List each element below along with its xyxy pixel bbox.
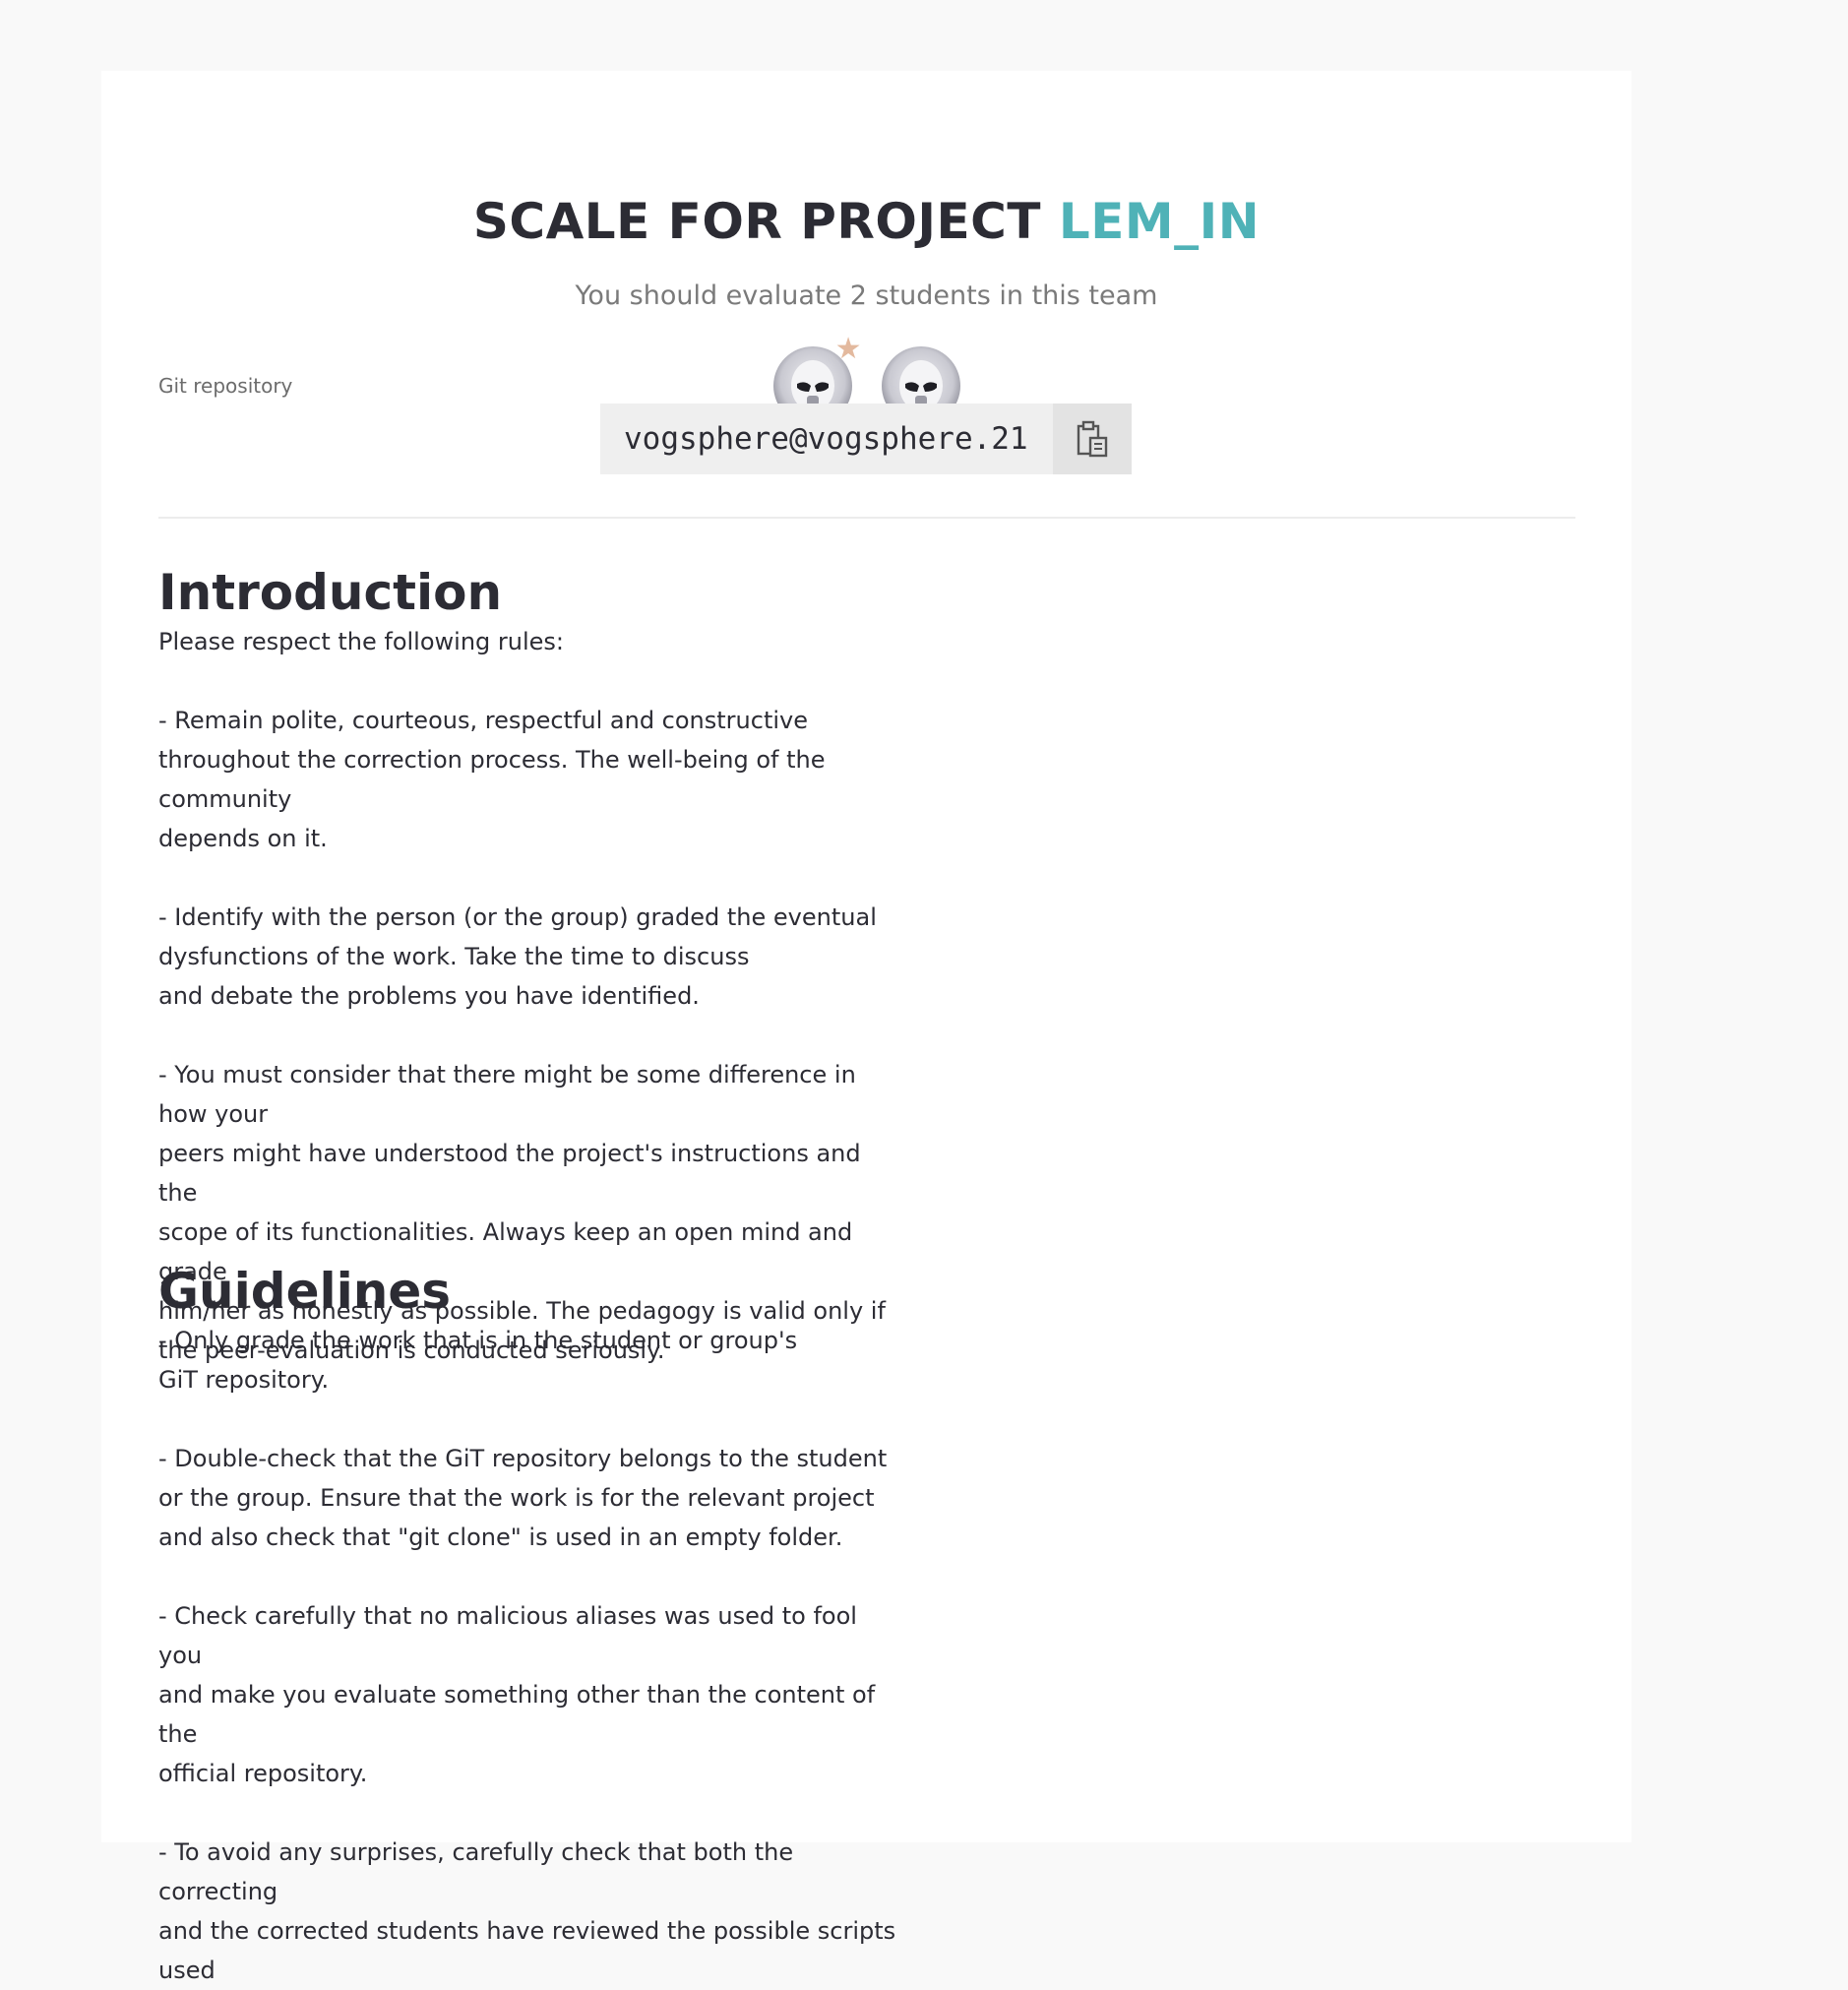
page-title: SCALE FOR PROJECT LEM_IN	[101, 197, 1632, 246]
title-prefix: SCALE FOR PROJECT	[472, 193, 1041, 250]
introduction-section: Introduction Please respect the followin…	[158, 563, 906, 1370]
clipboard-icon	[1077, 420, 1108, 458]
guidelines-body: - Only grade the work that is in the stu…	[158, 1327, 896, 1984]
copy-repository-button[interactable]	[1053, 404, 1132, 474]
guidelines-section: Guidelines - Only grade the work that is…	[158, 1262, 906, 1990]
git-repository-input[interactable]	[600, 404, 1053, 474]
star-icon: ★	[834, 332, 862, 366]
project-name: LEM_IN	[1058, 193, 1261, 250]
evaluation-card: SCALE FOR PROJECT LEM_IN You should eval…	[101, 71, 1632, 1984]
section-divider	[158, 517, 1575, 519]
git-repository-field	[600, 404, 1132, 474]
introduction-body: Please respect the following rules: - Re…	[158, 628, 886, 1364]
guidelines-heading: Guidelines	[158, 1263, 452, 1320]
git-repository-label: Git repository	[158, 374, 293, 398]
introduction-heading: Introduction	[158, 564, 503, 621]
team-subtitle: You should evaluate 2 students in this t…	[575, 280, 1158, 311]
